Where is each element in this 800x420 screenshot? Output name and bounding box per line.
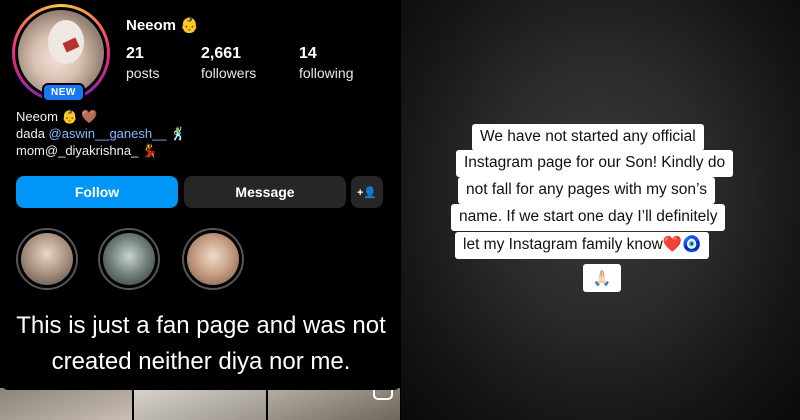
message-button[interactable]: Message (184, 176, 346, 208)
post-grid (0, 388, 400, 420)
praying-hands-icon: 🙏🏻 (583, 264, 621, 292)
instagram-profile-panel: NEW Neeom 👶 21 posts 2,661 followers 14 … (0, 0, 400, 420)
stat-followers-value: 2,661 (201, 45, 242, 62)
add-user-button[interactable]: +👤 (351, 176, 383, 208)
bio-dada-suffix: 🕺 (166, 126, 187, 141)
story-text-line-4: name. If we start one day I’ll definitel… (451, 204, 726, 231)
stat-posts[interactable]: 21 posts (126, 45, 159, 81)
bio-dada-prefix: dada (16, 126, 49, 141)
bio-line-3: mom@_diyakrishna_ 💃 (16, 143, 159, 158)
stat-followers-label: followers (201, 65, 257, 81)
caption-line-1: This is just a fan page and was not (16, 312, 386, 339)
stat-posts-label: posts (126, 65, 160, 81)
add-user-icon: +👤 (356, 186, 378, 199)
follow-button[interactable]: Follow (16, 176, 178, 208)
profile-username: Neeom 👶 (126, 17, 199, 34)
caption-overlay: This is just a fan page and was not crea… (2, 297, 400, 390)
story-text-line-3: not fall for any pages with my son’s (458, 177, 715, 204)
stat-following-value: 14 (299, 45, 317, 62)
stat-following-label: following (299, 65, 354, 81)
profile-bio: Neeom 👶 🤎 dada @aswin__ganesh__ 🕺 mom@_d… (16, 108, 186, 159)
bio-mention-link[interactable]: @aswin__ganesh__ (49, 126, 167, 141)
stat-following[interactable]: 14 following (299, 45, 353, 81)
caption-line-2: created neither diya nor me. (51, 348, 351, 375)
bio-line-1: Neeom 👶 🤎 (16, 109, 98, 124)
post-thumbnail[interactable] (134, 388, 266, 420)
story-text-line-1: We have not started any official (472, 124, 704, 151)
story-highlight-1[interactable] (16, 228, 78, 290)
stat-followers[interactable]: 2,661 followers (201, 45, 256, 81)
stat-posts-value: 21 (126, 45, 144, 62)
bio-line-2: dada @aswin__ganesh__ 🕺 (16, 125, 186, 142)
story-text-line-5: let my Instagram family know❤️🧿 (455, 232, 710, 259)
new-badge: NEW (42, 83, 85, 102)
story-highlight-3[interactable] (182, 228, 244, 290)
story-highlight-2[interactable] (98, 228, 160, 290)
story-text-line-2: Instagram page for our Son! Kindly do (456, 150, 734, 177)
post-thumbnail[interactable] (0, 388, 132, 420)
